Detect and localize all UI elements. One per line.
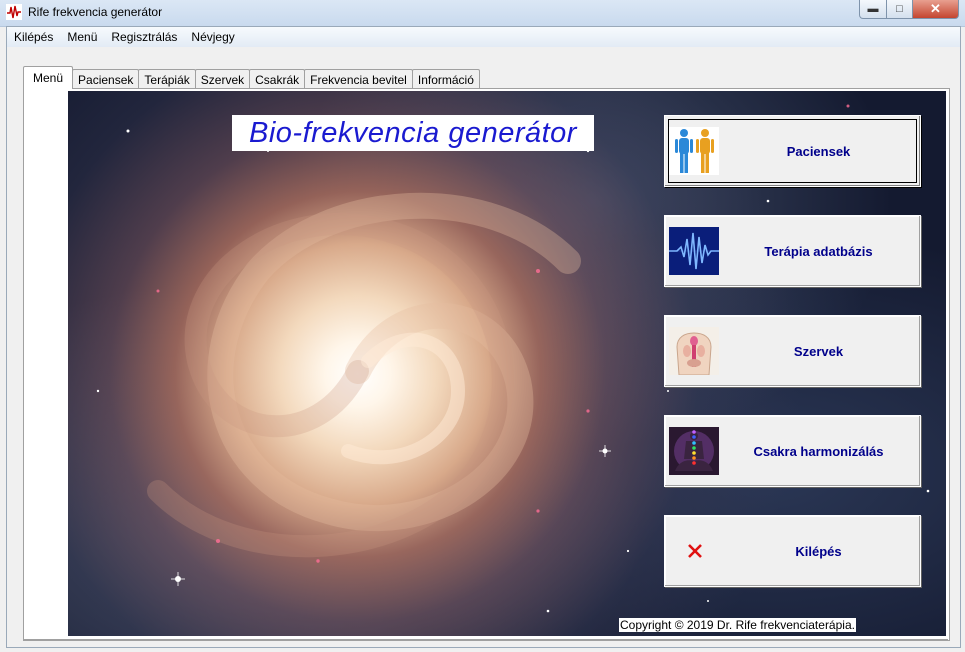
window-body: Kilépés Menü Regisztrálás Névjegy Menü P…: [6, 26, 961, 648]
therapy-database-label: Terápia adatbázis: [764, 243, 873, 259]
menu-nevjegy[interactable]: Névjegy: [184, 30, 241, 44]
menu-menu[interactable]: Menü: [60, 30, 104, 44]
organs-button-label: Szervek: [793, 343, 844, 359]
exit-button[interactable]: Kilépés: [664, 515, 921, 587]
menu-kilepes[interactable]: Kilépés: [7, 30, 60, 44]
panel-bottom-divider: [23, 639, 948, 641]
chakra-meditation-icon: [669, 427, 719, 475]
chakra-harmonize-label: Csakra harmonizálás: [753, 443, 884, 459]
patients-button-label: Paciensek: [786, 143, 851, 159]
close-icon: ✕: [930, 1, 941, 16]
menu-tab-panel: Bio-frekvencia generátor Paciensek Teráp…: [23, 88, 950, 641]
organs-button[interactable]: Szervek: [664, 315, 921, 387]
tab-szervek[interactable]: Szervek: [194, 69, 251, 89]
patients-figures-icon: [669, 127, 719, 175]
close-button[interactable]: ✕: [913, 0, 959, 19]
galaxy-background-image: Bio-frekvencia generátor Paciensek Teráp…: [68, 91, 946, 636]
app-waveform-icon: [6, 4, 22, 20]
patients-button[interactable]: Paciensek: [664, 115, 921, 187]
frequency-wave-icon: [669, 227, 719, 275]
tab-frekvencia-bevitel[interactable]: Frekvencia bevitel: [304, 69, 413, 89]
window-title: Rife frekvencia generátor: [28, 5, 163, 19]
chakra-harmonize-button[interactable]: Csakra harmonizálás: [664, 415, 921, 487]
tab-paciensek[interactable]: Paciensek: [72, 69, 140, 89]
tab-strip: Menü Paciensek Terápiák Szervek Csakrák …: [23, 66, 480, 89]
maximize-icon: □: [896, 3, 903, 15]
minimize-icon: ▬: [867, 3, 879, 15]
menu-bar: Kilépés Menü Regisztrálás Névjegy: [7, 27, 960, 47]
red-x-icon: [669, 527, 719, 575]
minimize-button[interactable]: ▬: [859, 0, 887, 19]
therapy-database-button[interactable]: Terápia adatbázis: [664, 215, 921, 287]
banner-title: Bio-frekvencia generátor: [249, 116, 577, 149]
organs-body-icon: [669, 327, 719, 375]
app-banner: Bio-frekvencia generátor: [232, 115, 594, 151]
tab-menu[interactable]: Menü: [23, 66, 74, 89]
tab-informacio[interactable]: Információ: [411, 69, 480, 89]
copyright-text: Copyright © 2019 Dr. Rife frekvenciaterá…: [619, 618, 856, 632]
menu-regisztralas[interactable]: Regisztrálás: [104, 30, 184, 44]
maximize-button[interactable]: □: [887, 0, 913, 19]
exit-button-label: Kilépés: [795, 543, 842, 559]
tab-csakrak[interactable]: Csakrák: [249, 69, 306, 89]
tab-terapiak[interactable]: Terápiák: [138, 69, 196, 89]
title-bar: Rife frekvencia generátor ▬ □ ✕: [0, 0, 965, 27]
